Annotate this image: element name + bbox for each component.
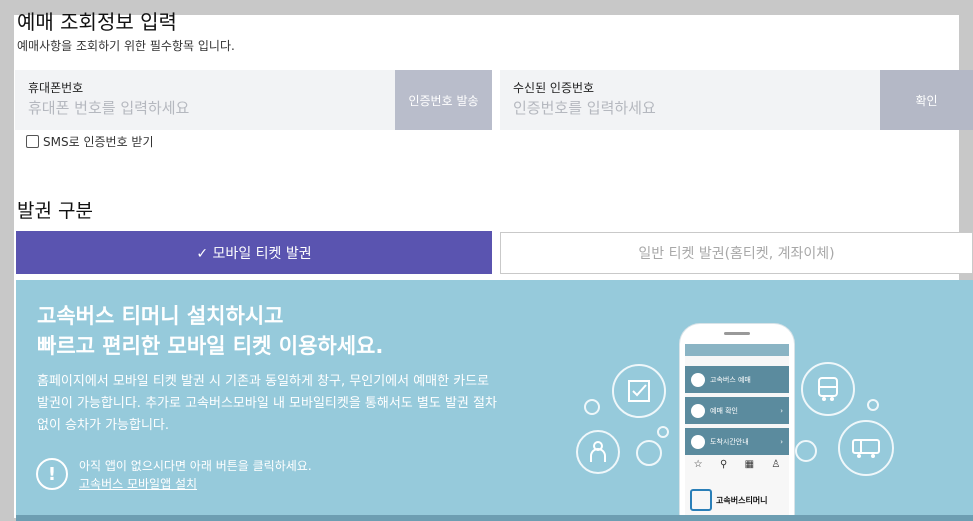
- search-icon: ⚲: [719, 459, 728, 470]
- check-icon: [612, 364, 666, 418]
- phone-number-label: 휴대폰번호: [28, 81, 84, 95]
- promo-body-line3: 없이 승차가 가능합니다.: [37, 418, 169, 433]
- promo-description: 홈페이지에서 모바일 티켓 발권 시 기존과 동일하게 창구, 무인기에서 예매…: [37, 371, 567, 437]
- bus-icon: [691, 372, 705, 387]
- sms-checkbox-option[interactable]: SMS로 인증번호 받기: [26, 133, 154, 150]
- decorative-dot: [657, 426, 669, 438]
- calendar-icon: ▦: [744, 459, 755, 470]
- promo-body-line2: 발권이 가능합니다. 추가로 고속버스모바일 내 모바일티켓을 통해서도 별도 …: [37, 396, 497, 411]
- app-name: 고속버스티머니: [716, 495, 768, 505]
- person-icon: [576, 430, 620, 474]
- decorative-dot: [584, 399, 600, 415]
- phone-bottom-icons: ☆ ⚲ ▦ ♙: [685, 459, 789, 481]
- star-icon: ☆: [693, 459, 703, 470]
- decorative-dot: [867, 399, 879, 411]
- phone-speaker: [724, 332, 750, 335]
- phone-menu-item: 예매 확인 ›: [685, 397, 789, 424]
- mobile-ticket-option[interactable]: ✓ 모바일 티켓 발권: [16, 231, 492, 274]
- decorative-dot: [795, 440, 817, 462]
- promo-headline-line2: 빠르고 편리한 모바일 티켓 이용하세요.: [37, 334, 384, 358]
- chevron-right-icon: ›: [780, 437, 783, 446]
- install-notice-text: 아직 앱이 없으시다면 아래 버튼을 클릭하세요.: [79, 459, 312, 473]
- verification-code-field: 수신된 인증번호 확인: [500, 70, 973, 130]
- app-badge: 고속버스티머니: [690, 489, 786, 511]
- verification-code-label: 수신된 인증번호: [513, 81, 595, 95]
- clock-icon: [691, 434, 705, 449]
- page-subtitle: 예매사항을 조회하기 위한 필수항목 입니다.: [17, 39, 235, 53]
- chevron-right-icon: ›: [780, 406, 783, 415]
- phone-screen: 고속버스 예매 예매 확인 › 도착시간안내 › ☆ ⚲ ▦ ♙ 고속버스티머니: [685, 344, 789, 521]
- promo-headline-line1: 고속버스 티머니 설치하시고: [37, 304, 284, 328]
- phone-menu-label: 고속버스 예매: [710, 375, 751, 384]
- page: 예매 조회정보 입력 예매사항을 조회하기 위한 필수항목 입니다. 휴대폰번호…: [0, 0, 973, 521]
- decorative-dot: [636, 440, 662, 466]
- app-promo-banner: 고속버스 티머니 설치하시고 빠르고 편리한 모바일 티켓 이용하세요. 홈페이…: [16, 280, 973, 521]
- promo-headline: 고속버스 티머니 설치하시고 빠르고 편리한 모바일 티켓 이용하세요.: [37, 301, 383, 361]
- phone-menu-item: 고속버스 예매: [685, 366, 789, 393]
- bus-icon: [801, 362, 855, 416]
- confirm-button[interactable]: 확인: [880, 70, 973, 130]
- phone-menu-label: 도착시간안내: [710, 437, 749, 446]
- issue-type-title: 발권 구분: [17, 200, 93, 222]
- promo-body-line1: 홈페이지에서 모바일 티켓 발권 시 기존과 동일하게 창구, 무인기에서 예매…: [37, 374, 490, 389]
- bus-logo-icon: [690, 489, 712, 511]
- phone-menu-item: 도착시간안내 ›: [685, 428, 789, 455]
- phone-number-input[interactable]: [28, 96, 378, 120]
- install-app-link[interactable]: 고속버스 모바일앱 설치: [79, 475, 197, 492]
- phone-mockup: 고속버스 예매 예매 확인 › 도착시간안내 › ☆ ⚲ ▦ ♙ 고속버스티머니: [680, 324, 794, 521]
- general-ticket-option[interactable]: 일반 티켓 발권(홈티켓, 계좌이체): [500, 232, 973, 274]
- verification-code-input[interactable]: [513, 96, 833, 120]
- banner-bottom-strip: [16, 515, 973, 521]
- phone-menu-label: 예매 확인: [710, 406, 738, 415]
- sms-checkbox-label: SMS로 인증번호 받기: [43, 135, 154, 149]
- page-title: 예매 조회정보 입력: [17, 10, 177, 34]
- phone-number-field: 휴대폰번호 인증번호 발송: [15, 70, 492, 130]
- sms-checkbox[interactable]: [26, 135, 39, 148]
- person-icon: ♙: [771, 459, 781, 470]
- info-icon: !: [36, 458, 68, 490]
- phone-status-bar: [685, 344, 789, 356]
- check-icon: [691, 403, 705, 418]
- bus-side-icon: [838, 420, 894, 476]
- send-code-button[interactable]: 인증번호 발송: [395, 70, 492, 130]
